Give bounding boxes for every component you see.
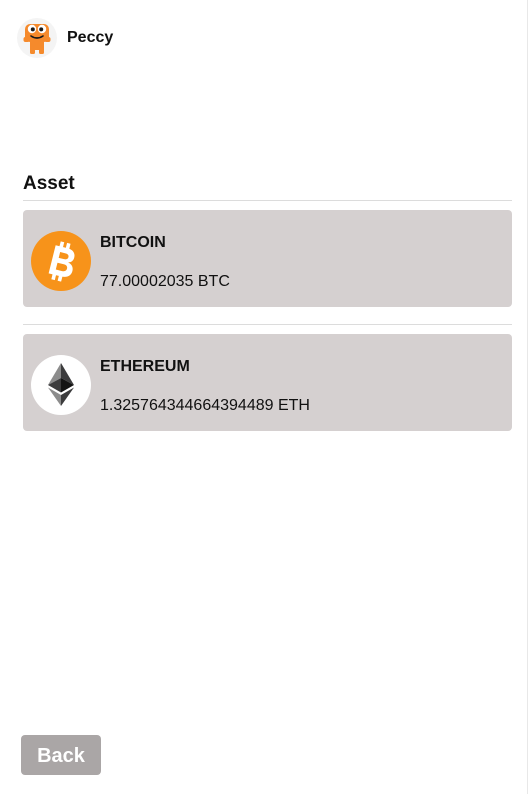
asset-name: BITCOIN — [100, 234, 166, 251]
app-header: Peccy — [17, 18, 113, 58]
asset-balance: 77.00002035 BTC — [100, 273, 230, 290]
asset-card-bitcoin[interactable]: BITCOIN 77.00002035 BTC — [23, 210, 512, 307]
asset-card-ethereum[interactable]: ETHEREUM 1.325764344664394489 ETH — [23, 334, 512, 431]
window-edge — [527, 0, 528, 794]
app-name: Peccy — [67, 29, 114, 46]
peccy-mascot-icon — [17, 18, 57, 58]
back-button[interactable]: Back — [21, 735, 101, 775]
asset-section-title: Asset — [23, 173, 75, 194]
asset-divider — [23, 324, 512, 325]
asset-name: ETHEREUM — [100, 358, 190, 375]
ethereum-icon — [31, 355, 91, 415]
bitcoin-icon — [31, 231, 91, 291]
asset-balance: 1.325764344664394489 ETH — [100, 397, 310, 414]
section-divider — [23, 200, 512, 201]
